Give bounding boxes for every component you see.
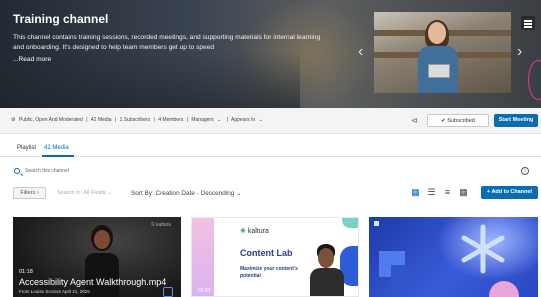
search-input[interactable]	[25, 166, 275, 176]
asterisk-graphic	[461, 224, 505, 274]
kaltura-logo: © kaltura	[151, 222, 172, 228]
list-view-icon[interactable]: ☰	[426, 187, 437, 198]
start-meeting-button[interactable]: Start Meeting	[494, 114, 538, 127]
subscribers-count: 1 Subscribers	[119, 117, 151, 123]
chevron-down-icon: ⌄	[216, 117, 222, 123]
decorative-shape	[342, 218, 358, 228]
head	[94, 230, 110, 249]
subscribed-label: Subscribed	[447, 118, 475, 124]
decorative-panel	[192, 218, 214, 296]
head	[318, 248, 334, 268]
detailed-list-icon[interactable]: ≡	[442, 187, 453, 198]
carousel-next-icon[interactable]: ›	[517, 44, 522, 60]
divider: |	[86, 117, 88, 123]
channel-tabs: Playlist 42 Media	[0, 140, 541, 157]
media-title[interactable]: Accessibility Agent Walkthrough.mp4	[19, 277, 166, 287]
search-icon	[14, 168, 20, 174]
channel-header: Training channel This channel contains t…	[0, 0, 541, 108]
tab-media[interactable]: 42 Media	[44, 145, 69, 151]
media-owner-date: From Louise Scnciez April 21, 2026	[19, 289, 90, 294]
carousel-prev-icon[interactable]: ‹	[358, 44, 363, 60]
divider: |	[114, 117, 117, 123]
head	[428, 22, 446, 44]
filters-button[interactable]: Filters ›	[13, 187, 46, 199]
channel-title: Training channel	[13, 12, 109, 26]
body	[85, 253, 119, 297]
channel-meta: ⚙ Public, Open And Moderated | 42 Media …	[11, 117, 267, 123]
managers-label: Managers	[191, 117, 214, 123]
media-duration: 02:51	[198, 288, 211, 294]
divider: |	[226, 117, 228, 123]
kaltura-logo-mark: ✳	[240, 228, 246, 235]
grid-view-icon[interactable]: ▦	[410, 187, 421, 198]
sort-label: Sort By: Creation Date - Descending	[131, 190, 235, 197]
menu-line	[524, 20, 532, 22]
active-tab-indicator	[42, 155, 74, 157]
appears-in-dropdown[interactable]: Appears In ⌄	[231, 117, 265, 123]
tablet	[428, 64, 450, 78]
privacy-label: Public, Open And Moderated	[18, 117, 83, 123]
info-icon[interactable]: i	[521, 167, 529, 175]
channel-info-bar: ⚙ Public, Open And Moderated | 42 Media …	[0, 108, 541, 134]
check-icon: ✔	[441, 118, 446, 124]
menu-line	[524, 23, 532, 25]
media-type-icon	[374, 221, 379, 226]
media-duration: 01:18	[19, 269, 33, 275]
share-icon[interactable]: ⊲	[411, 116, 418, 125]
media-card[interactable]	[369, 217, 538, 297]
chevron-down-icon: ⌄	[236, 190, 242, 197]
tab-playlist[interactable]: Playlist	[17, 145, 36, 151]
body	[310, 268, 344, 296]
members-count: 4 Members	[158, 117, 184, 123]
table-view-icon[interactable]: ▦	[458, 187, 469, 198]
chevron-down-icon: ⌄	[107, 190, 112, 196]
media-count: 42 Media	[90, 117, 112, 123]
add-to-channel-button[interactable]: + Add to Channel	[481, 186, 538, 199]
menu-icon[interactable]	[521, 16, 535, 30]
subscribed-button[interactable]: ✔ Subscribed	[427, 114, 489, 127]
search-in-label: Search In: All Fields	[57, 190, 106, 196]
read-more-link[interactable]: ...Read more	[13, 56, 51, 63]
sort-dropdown[interactable]: Sort By: Creation Date - Descending ⌄	[131, 189, 242, 197]
media-subtitle: Maximize your content's potential	[240, 266, 298, 279]
decorative-shape	[391, 265, 407, 287]
chevron-right-icon: ›	[36, 190, 39, 196]
appears-in-label: Appears In	[231, 117, 256, 123]
managers-dropdown[interactable]: Managers ⌄	[191, 117, 223, 123]
person-figure	[414, 20, 462, 93]
decorative-curve	[528, 60, 541, 100]
menu-line	[524, 26, 532, 28]
channel-description: This channel contains training sessions,…	[13, 34, 321, 51]
media-card[interactable]: © kaltura 01:18 Accessibility Agent Walk…	[13, 217, 181, 297]
divider: |	[153, 117, 155, 123]
presenter-figure	[310, 244, 344, 296]
kaltura-logo: ✳ kaltura	[240, 227, 269, 235]
featured-media-thumbnail[interactable]	[374, 12, 511, 93]
kaltura-logo-text: kaltura	[247, 228, 269, 235]
media-card[interactable]: ✳ kaltura Content Lab Maximize your cont…	[191, 217, 359, 297]
select-checkbox[interactable]	[163, 287, 173, 297]
chevron-down-icon: ⌄	[258, 117, 263, 123]
divider: |	[186, 117, 188, 123]
filters-label: Filters	[20, 190, 36, 196]
media-title[interactable]: Content Lab	[240, 248, 293, 258]
search-in-dropdown[interactable]: Search In: All Fields ⌄	[57, 190, 112, 196]
privacy-icon: ⚙	[11, 117, 16, 123]
